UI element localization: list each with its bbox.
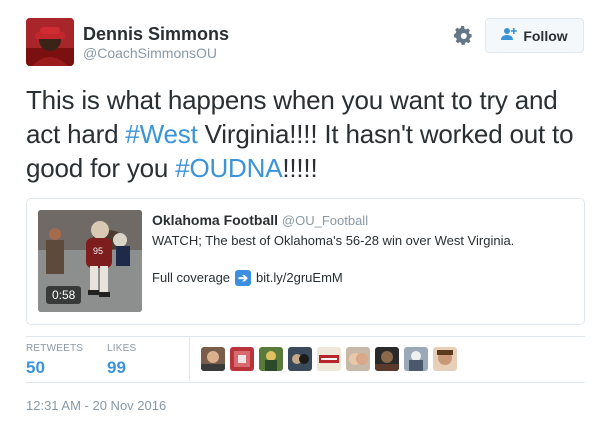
liker-avatar[interactable]: [433, 347, 457, 371]
card-author: Oklahoma Football @OU_Football: [152, 211, 572, 230]
card-coverage-line: Full coverage ➔ bit.ly/2gruEmM: [152, 269, 572, 287]
likes-stat[interactable]: LIKES 99: [107, 343, 136, 378]
follow-label: Follow: [523, 27, 568, 44]
liker-avatar[interactable]: [259, 347, 283, 371]
card-coverage-label: Full coverage: [152, 270, 231, 285]
right-arrow-icon: ➔: [235, 270, 252, 286]
add-user-icon: [501, 27, 518, 44]
liker-avatar[interactable]: [201, 347, 225, 371]
video-thumbnail[interactable]: 95 0:58: [38, 210, 142, 312]
likes-label: LIKES: [107, 343, 137, 354]
gear-icon[interactable]: [454, 26, 474, 46]
svg-text:95: 95: [93, 246, 103, 256]
tweet-text-part: !!!!!: [282, 153, 318, 183]
stats-divider-top: [26, 336, 585, 337]
liker-avatar[interactable]: [317, 347, 341, 371]
hashtag-link[interactable]: #West: [125, 119, 197, 149]
retweets-label: RETWEETS: [26, 343, 84, 354]
liker-avatar[interactable]: [230, 347, 254, 371]
liker-avatar[interactable]: [288, 347, 312, 371]
liker-avatar[interactable]: [375, 347, 399, 371]
retweets-count: 50: [26, 358, 45, 377]
liker-avatar[interactable]: [346, 347, 370, 371]
card-body: Oklahoma Football @OU_Football WATCH; Th…: [152, 211, 572, 287]
video-duration: 0:58: [46, 286, 82, 304]
card-author-name[interactable]: Oklahoma Football: [152, 212, 278, 228]
retweets-stat[interactable]: RETWEETS 50: [26, 343, 83, 378]
stats-separator: [189, 337, 190, 382]
display-name[interactable]: Dennis Simmons: [83, 24, 229, 44]
likers-avatars: [201, 347, 457, 371]
stats-divider-bottom: [26, 382, 585, 383]
tweet-timestamp[interactable]: 12:31 AM - 20 Nov 2016: [26, 398, 166, 413]
hashtag-link[interactable]: #OUDNA: [175, 153, 282, 183]
user-names: Dennis Simmons @CoachSimmonsOU: [83, 24, 229, 62]
card-author-handle[interactable]: @OU_Football: [282, 213, 368, 228]
user-avatar[interactable]: [26, 18, 74, 66]
tweet-text: This is what happens when you want to tr…: [26, 83, 596, 185]
follow-button[interactable]: Follow: [485, 18, 584, 53]
card-text: WATCH; The best of Oklahoma's 56-28 win …: [152, 233, 515, 248]
likes-count: 99: [107, 358, 126, 377]
coverage-link[interactable]: bit.ly/2gruEmM: [256, 269, 343, 287]
tweet-header: Dennis Simmons @CoachSimmonsOU Follow: [26, 18, 586, 68]
user-handle[interactable]: @CoachSimmonsOU: [83, 44, 229, 62]
quoted-tweet-card[interactable]: 95 0:58 Oklahoma Football @OU_Football W…: [26, 198, 585, 325]
liker-avatar[interactable]: [404, 347, 428, 371]
